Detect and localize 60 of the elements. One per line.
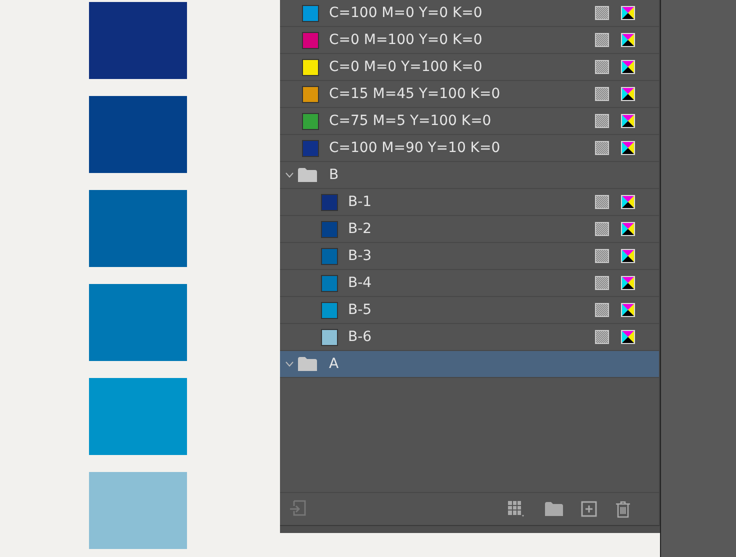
- checker-icon: [595, 114, 609, 128]
- folder-row[interactable]: A: [280, 351, 659, 378]
- cmyk-icon: [621, 60, 635, 74]
- folder-name: A: [329, 356, 339, 372]
- cmyk-icon: [621, 276, 635, 290]
- swatch-row[interactable]: B-5: [280, 297, 659, 324]
- cmyk-icon: [621, 114, 635, 128]
- swatch-name: C=100 M=90 Y=10 K=0: [329, 140, 500, 156]
- folder-name: B: [329, 167, 339, 183]
- cmyk-icon: [621, 303, 635, 317]
- cmyk-icon: [621, 330, 635, 344]
- checker-icon: [595, 6, 609, 20]
- import-icon[interactable]: [289, 500, 307, 518]
- swatch-grid-icon[interactable]: [507, 500, 527, 518]
- swatch-name: C=0 M=0 Y=100 K=0: [329, 59, 482, 75]
- folder-icon[interactable]: [545, 501, 563, 517]
- folder-icon: [298, 357, 317, 371]
- checker-icon: [595, 276, 609, 290]
- folder-row[interactable]: B: [280, 162, 659, 189]
- checker-icon: [595, 195, 609, 209]
- checker-icon: [595, 33, 609, 47]
- swatch-name: C=15 M=45 Y=100 K=0: [329, 86, 500, 102]
- folder-icon: [298, 168, 317, 182]
- swatch-row[interactable]: B-1: [280, 189, 659, 216]
- swatch-row[interactable]: C=0 M=100 Y=0 K=0: [280, 27, 659, 54]
- swatch-row[interactable]: C=100 M=0 Y=0 K=0: [280, 0, 659, 27]
- checker-icon: [595, 87, 609, 101]
- swatch-name: B-1: [348, 194, 372, 210]
- cmyk-icon: [621, 87, 635, 101]
- chevron-icon[interactable]: [285, 172, 294, 178]
- swatch-name: C=75 M=5 Y=100 K=0: [329, 113, 492, 129]
- swatch-row[interactable]: C=15 M=45 Y=100 K=0: [280, 81, 659, 108]
- swatch-name: B-4: [348, 275, 372, 291]
- cmyk-icon: [621, 195, 635, 209]
- swatch-row[interactable]: C=100 M=90 Y=10 K=0: [280, 135, 659, 162]
- swatch-name: B-5: [348, 302, 372, 318]
- swatch-name: B-6: [348, 329, 372, 345]
- checker-icon: [595, 222, 609, 236]
- checker-icon: [595, 330, 609, 344]
- cmyk-icon: [621, 249, 635, 263]
- swatch-name: C=0 M=100 Y=0 K=0: [329, 32, 482, 48]
- swatch-name: C=100 M=0 Y=0 K=0: [329, 5, 482, 21]
- cmyk-icon: [621, 33, 635, 47]
- swatch-name: B-2: [348, 221, 372, 237]
- chevron-icon[interactable]: [285, 361, 294, 367]
- checker-icon: [595, 303, 609, 317]
- cmyk-icon: [621, 222, 635, 236]
- checker-icon: [595, 60, 609, 74]
- swatch-row[interactable]: B-4: [280, 270, 659, 297]
- checker-icon: [595, 141, 609, 155]
- cmyk-icon: [621, 6, 635, 20]
- swatch-row[interactable]: C=75 M=5 Y=100 K=0: [280, 108, 659, 135]
- swatch-row[interactable]: C=0 M=0 Y=100 K=0: [280, 54, 659, 81]
- add-icon[interactable]: [581, 501, 597, 517]
- checker-icon: [595, 249, 609, 263]
- cmyk-icon: [621, 141, 635, 155]
- trash-icon[interactable]: [615, 500, 631, 518]
- swatch-name: B-3: [348, 248, 372, 264]
- swatch-row[interactable]: B-2: [280, 216, 659, 243]
- swatch-row[interactable]: B-3: [280, 243, 659, 270]
